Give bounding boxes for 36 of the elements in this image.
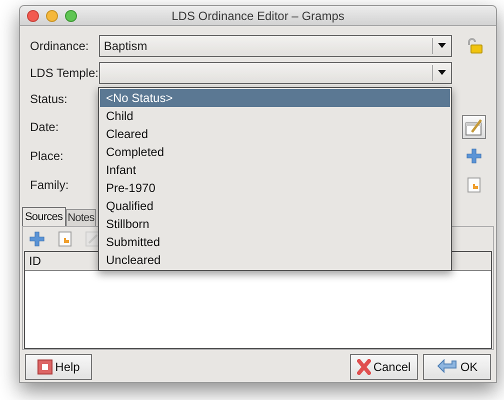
index-card-icon[interactable] xyxy=(58,231,72,247)
date-editor-button[interactable] xyxy=(462,114,486,138)
tab[interactable]: Notes xyxy=(66,209,96,226)
menu-item[interactable]: Uncleared xyxy=(100,251,450,269)
zoom-button[interactable] xyxy=(65,10,77,22)
calendar-pencil-icon xyxy=(464,116,484,136)
field-label: Status: xyxy=(30,91,68,108)
tab[interactable]: Sources xyxy=(22,207,66,226)
dropdown-field[interactable]: Baptism xyxy=(98,34,452,56)
menu-item[interactable]: Submitted xyxy=(100,233,450,251)
field-label: Family: xyxy=(30,176,70,194)
window-title: LDS Ordinance Editor – Gramps xyxy=(172,8,344,24)
return-arrow-icon xyxy=(436,359,458,375)
menu-item[interactable]: Qualified xyxy=(100,197,450,215)
menu-item[interactable]: Stillborn xyxy=(100,215,450,233)
menu-item[interactable]: Completed xyxy=(100,143,450,161)
menu-item[interactable]: Infant xyxy=(100,161,450,179)
field-label: LDS Temple: xyxy=(30,64,99,82)
cancel-button[interactable]: Cancel xyxy=(350,354,418,380)
padlock-icon[interactable] xyxy=(465,38,484,54)
menu-item[interactable]: Cleared xyxy=(100,125,450,143)
menu-item[interactable]: Child xyxy=(100,107,450,125)
close-button[interactable] xyxy=(27,10,39,22)
menu-item[interactable]: Pre-1970 xyxy=(100,179,450,197)
x-icon xyxy=(357,359,372,375)
help-button[interactable]: Help xyxy=(25,354,92,380)
field-label: Date: xyxy=(30,118,60,136)
plus-icon[interactable] xyxy=(29,231,45,247)
field-label: Ordinance: xyxy=(30,38,90,54)
dropdown-field[interactable] xyxy=(98,62,452,84)
menu-item[interactable]: <No Status> xyxy=(100,89,450,107)
field-label: Place: xyxy=(30,148,64,164)
minimize-button[interactable] xyxy=(46,10,58,22)
index-card-icon[interactable] xyxy=(467,176,482,192)
plus-icon[interactable] xyxy=(466,148,482,164)
ok-button[interactable]: OK xyxy=(423,354,491,380)
